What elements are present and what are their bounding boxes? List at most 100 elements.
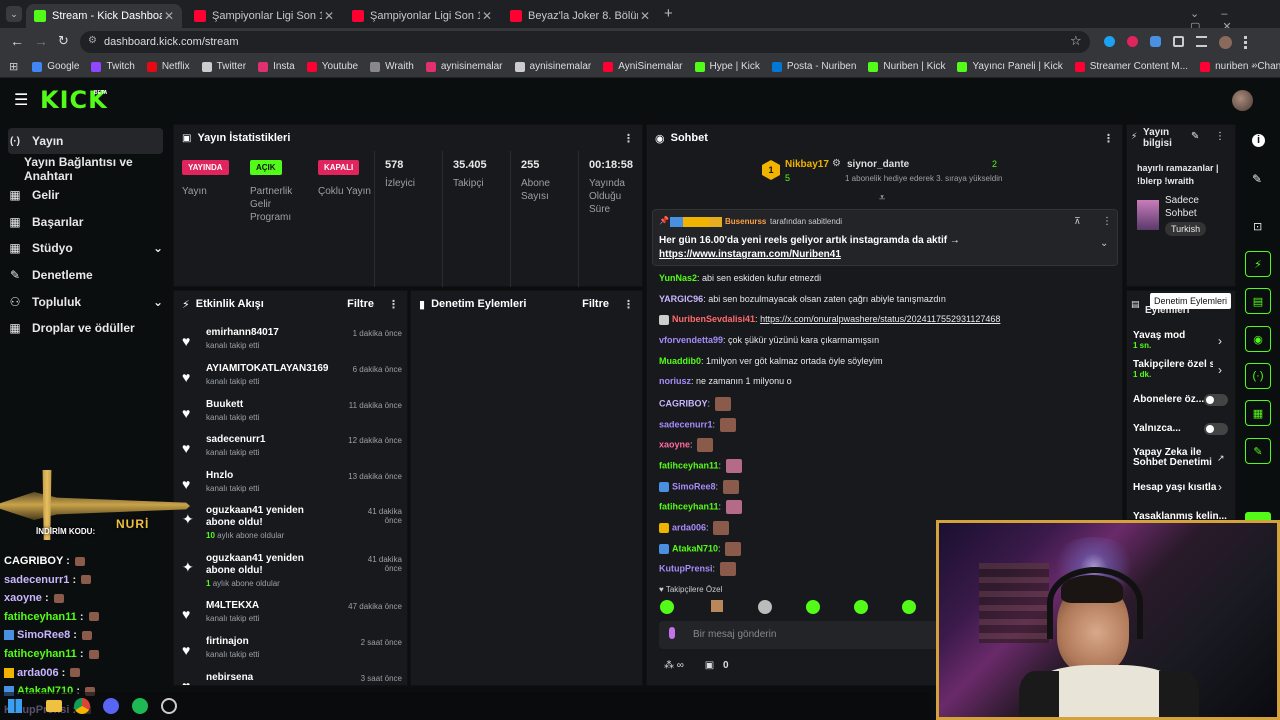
close-icon[interactable]: ✕ <box>324 9 334 23</box>
back-icon[interactable]: ← <box>10 33 24 49</box>
browser-tab[interactable]: Şampiyonlar Ligi Son 16 Play-o...✕ <box>344 4 500 28</box>
activity-user[interactable]: AYIAMITOKATLAYAN3169 <box>206 363 328 375</box>
emote-icon[interactable] <box>854 600 868 614</box>
chat-input[interactable]: Bir mesaj gönderin <box>659 621 939 649</box>
chat-username[interactable]: fatihceyhan11 <box>659 501 719 511</box>
bookmark-item[interactable]: Nuriben | Kick <box>868 61 945 72</box>
broadcast-tool-icon[interactable]: (·) <box>1245 363 1271 389</box>
bookmark-item[interactable]: Twitch <box>91 61 135 72</box>
extension-icon[interactable] <box>1127 36 1138 47</box>
site-info-icon[interactable]: ⚙ <box>88 35 97 46</box>
bookmarks-overflow-icon[interactable]: » <box>1252 60 1258 71</box>
bookmark-item[interactable]: Google <box>32 61 79 72</box>
sub-only-toggle[interactable] <box>1204 394 1228 406</box>
chat-username[interactable]: xaoyne <box>659 439 690 449</box>
emote-icon[interactable] <box>711 600 723 612</box>
new-tab-button[interactable]: + <box>664 5 673 22</box>
bookmark-item[interactable]: Youtube <box>306 61 358 72</box>
media-icon[interactable] <box>1196 36 1207 47</box>
bookmark-item[interactable]: nuriben - Channel S... <box>1200 61 1280 72</box>
activity-user[interactable]: firtinajon <box>206 636 326 648</box>
bookmark-item[interactable]: aynisinemalar <box>425 61 503 72</box>
profile-avatar[interactable] <box>1219 36 1232 49</box>
receiver-name[interactable]: siynor_dante <box>847 159 909 170</box>
emote-icon[interactable] <box>806 600 820 614</box>
unpin-icon[interactable]: ⊼ <box>1074 216 1081 227</box>
bookmark-star-icon[interactable]: ☆ <box>1070 33 1082 49</box>
chat-text[interactable]: https://x.com/onuralpwashere/status/2024… <box>760 314 1000 324</box>
emote-icon[interactable] <box>902 600 916 614</box>
apps-grid-icon[interactable]: ⊞ <box>9 60 18 73</box>
external-link-icon[interactable]: ↗ <box>1217 453 1225 464</box>
account-age-setting[interactable]: Hesap yaşı kısıtla <box>1133 482 1228 493</box>
bookmark-item[interactable]: Hype | Kick <box>694 61 760 72</box>
explorer-icon[interactable] <box>46 700 62 712</box>
url-bar[interactable]: ⚙ dashboard.kick.com/stream ☆ <box>80 31 1090 53</box>
bookmark-item[interactable]: Twitter <box>201 61 246 72</box>
sidebar-item-gelir[interactable]: ▦ Gelir <box>8 182 163 208</box>
kebab-menu-icon[interactable]: ⋮ <box>1215 131 1225 142</box>
close-icon[interactable]: ✕ <box>640 9 650 23</box>
chat-username[interactable]: YunNas2 <box>659 273 697 283</box>
emote-only-toggle[interactable] <box>1204 423 1228 435</box>
bookmark-item[interactable]: Yayıncı Paneli | Kick <box>957 61 1063 72</box>
kebab-menu-icon[interactable]: ⋮ <box>623 298 634 311</box>
chat-username[interactable]: KutupPrensi <box>659 563 713 573</box>
tab-list-button[interactable]: ⌄ <box>6 6 22 22</box>
filter-button[interactable]: Filtre <box>347 298 374 310</box>
user-avatar[interactable] <box>1232 90 1253 111</box>
edit-icon[interactable]: ✎ <box>1191 131 1199 142</box>
bookmark-item[interactable]: Insta <box>258 61 295 72</box>
close-icon[interactable]: ✕ <box>482 9 492 23</box>
chat-username[interactable]: fatihceyhan11 <box>659 460 719 470</box>
slow-mode-setting[interactable]: Yavaş mod 1 sn. <box>1133 330 1228 350</box>
activity-user[interactable]: emirhann84017 <box>206 327 326 339</box>
kebab-menu-icon[interactable]: ⋮ <box>388 298 399 311</box>
kebab-menu-icon[interactable]: ⋮ <box>1103 132 1114 145</box>
chat-username[interactable]: YARGIC96 <box>659 294 703 304</box>
chat-username[interactable]: Muaddib0 <box>659 356 701 366</box>
sidebar-item-stream-key[interactable]: Yayın Bağlantısı ve Anahtarı <box>24 155 172 183</box>
chevron-down-icon[interactable]: ⌄ <box>1100 238 1108 249</box>
language-tag[interactable]: Turkish <box>1165 222 1207 236</box>
bookmark-item[interactable]: Streamer Content M... <box>1074 61 1188 72</box>
mic-icon[interactable] <box>669 627 675 639</box>
chevron-right-icon[interactable]: › <box>1218 334 1222 348</box>
emote-icon[interactable] <box>660 600 674 614</box>
extension-icon[interactable] <box>1150 36 1161 47</box>
reload-icon[interactable]: ↻ <box>58 33 69 49</box>
kebab-menu-icon[interactable]: ⋮ <box>1102 216 1112 227</box>
activity-user[interactable]: Hnzlo <box>206 470 326 482</box>
bookmark-item[interactable]: Posta - Nuriben <box>771 61 856 72</box>
filter-button[interactable]: Filtre <box>582 298 609 310</box>
pencil-icon[interactable]: ✎ <box>1252 172 1262 186</box>
chevron-right-icon[interactable]: › <box>1218 480 1222 494</box>
chevron-right-icon[interactable]: › <box>1218 363 1222 377</box>
sidebar-item-droplar[interactable]: ▦ Droplar ve ödüller <box>8 315 163 341</box>
info-icon[interactable]: i <box>1252 134 1265 147</box>
windows-start-icon[interactable] <box>8 699 22 713</box>
activity-user[interactable]: nebirsena <box>206 672 326 684</box>
browser-tab[interactable]: Şampiyonlar Ligi Son 16 Play-o...✕ <box>186 4 342 28</box>
browser-tab[interactable]: Beyaz'la Joker 8. Bölüm - YouTu...✕ <box>502 4 658 28</box>
chat-tool-icon[interactable]: ◉ <box>1245 326 1271 352</box>
chat-username[interactable]: noriusz <box>659 376 691 386</box>
chat-username[interactable]: AtakaN710 <box>672 543 718 553</box>
activity-user[interactable]: oguzkaan41 yeniden abone oldu! <box>206 505 326 529</box>
bookmark-item[interactable]: AyniSinemalar <box>603 61 683 72</box>
extension-icon[interactable] <box>1104 36 1115 47</box>
chat-username[interactable]: sadecenurr1 <box>659 419 713 429</box>
bookmark-item[interactable]: Netflix <box>146 61 190 72</box>
spotify-icon[interactable] <box>132 698 148 714</box>
emote-picker-icon[interactable]: ⁂ ∞ <box>664 660 684 671</box>
forward-icon[interactable]: → <box>34 33 48 49</box>
browser-tab[interactable]: Stream - Kick Dashboard✕ <box>26 4 182 28</box>
points-icon[interactable]: ▣ <box>705 660 714 671</box>
sidebar-item-basarilar[interactable]: ▦ Başarılar <box>8 209 163 235</box>
camera-icon[interactable]: ⊡ <box>1253 220 1262 233</box>
category-name[interactable]: Sadece Sohbet <box>1165 194 1231 220</box>
chat-username[interactable]: CAGRIBOY <box>659 398 708 408</box>
sidebar-item-yayin[interactable]: (·) Yayın <box>8 128 163 154</box>
bookmark-item[interactable]: Wraith <box>370 61 414 72</box>
bookmark-item[interactable]: aynisinemalar <box>514 61 591 72</box>
